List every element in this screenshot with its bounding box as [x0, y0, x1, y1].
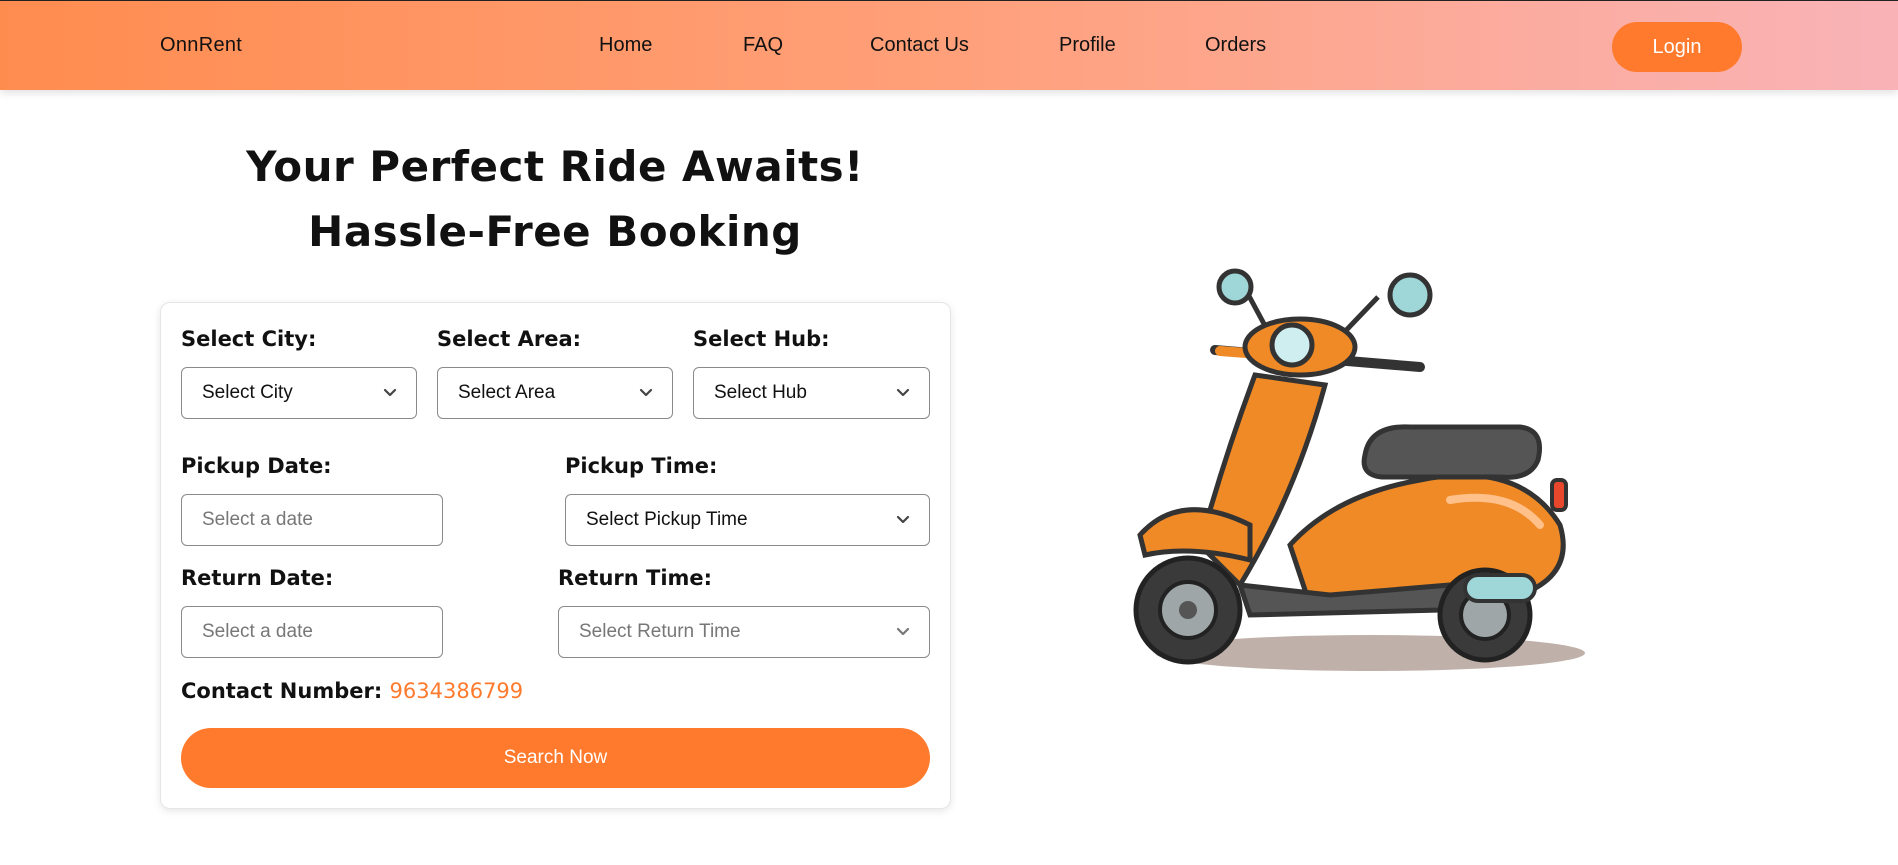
- contact-row: Contact Number: 9634386799: [181, 679, 523, 703]
- search-now-button[interactable]: Search Now: [181, 728, 930, 788]
- city-select-value: Select City: [202, 382, 293, 403]
- city-select[interactable]: Select City: [181, 367, 417, 419]
- nav-link-home[interactable]: Home: [599, 34, 652, 57]
- return-date-label: Return Date:: [181, 566, 334, 590]
- chevron-down-icon: [639, 388, 653, 397]
- chevron-down-icon: [896, 388, 910, 397]
- return-time-value: Select Return Time: [579, 621, 741, 642]
- chevron-down-icon: [896, 515, 910, 524]
- pickup-date-label: Pickup Date:: [181, 454, 332, 478]
- booking-form-card: Select City: Select City Select Area: Se…: [160, 302, 951, 809]
- hero-subheadline: Hassle-Free Booking: [308, 207, 802, 256]
- contact-number[interactable]: 9634386799: [390, 679, 524, 703]
- brand-logo[interactable]: OnnRent: [160, 34, 242, 57]
- area-label: Select Area:: [437, 327, 582, 351]
- nav-link-contact-us[interactable]: Contact Us: [870, 34, 969, 57]
- return-date-input[interactable]: Select a date: [181, 606, 443, 658]
- hub-label: Select Hub:: [693, 327, 830, 351]
- nav-link-orders[interactable]: Orders: [1205, 34, 1266, 57]
- pickup-time-value: Select Pickup Time: [586, 509, 748, 530]
- return-date-placeholder: Select a date: [202, 621, 313, 642]
- area-select-value: Select Area: [458, 382, 556, 403]
- return-time-label: Return Time:: [558, 566, 713, 590]
- contact-label: Contact Number:: [181, 679, 383, 703]
- hub-select[interactable]: Select Hub: [693, 367, 930, 419]
- pickup-date-placeholder: Select a date: [202, 509, 313, 530]
- scooter-illustration: [1133, 268, 1585, 671]
- hero-headline: Your Perfect Ride Awaits!: [246, 142, 864, 191]
- pickup-time-label: Pickup Time:: [565, 454, 718, 478]
- pickup-date-input[interactable]: Select a date: [181, 494, 443, 546]
- nav-link-profile[interactable]: Profile: [1059, 34, 1116, 57]
- nav-link-faq[interactable]: FAQ: [743, 34, 783, 57]
- login-button[interactable]: Login: [1612, 22, 1742, 72]
- hub-select-value: Select Hub: [714, 382, 807, 403]
- city-label: Select City:: [181, 327, 317, 351]
- chevron-down-icon: [896, 627, 910, 636]
- pickup-time-select[interactable]: Select Pickup Time: [565, 494, 930, 546]
- area-select[interactable]: Select Area: [437, 367, 673, 419]
- top-navbar: OnnRent Home FAQ Contact Us Profile Orde…: [0, 0, 1898, 90]
- return-time-select[interactable]: Select Return Time: [558, 606, 930, 658]
- chevron-down-icon: [383, 388, 397, 397]
